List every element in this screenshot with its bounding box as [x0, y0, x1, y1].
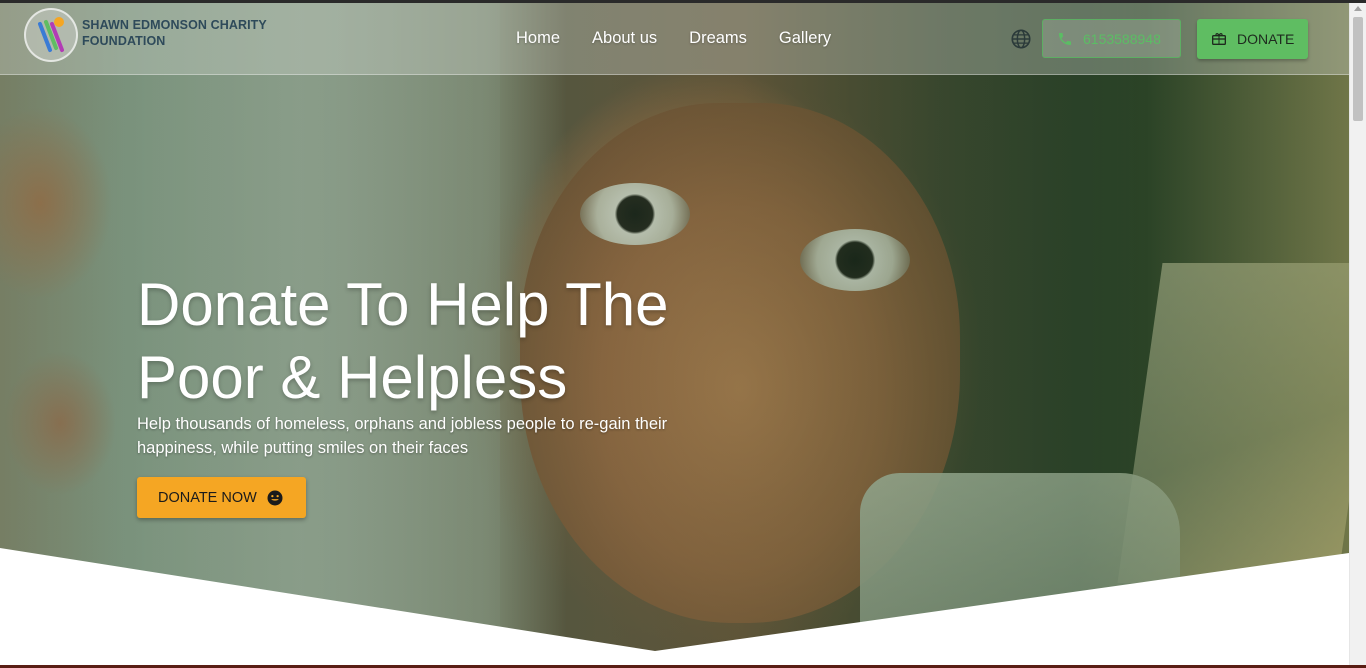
foundation-logo-icon[interactable] — [24, 8, 78, 62]
gift-card-icon — [1212, 33, 1226, 45]
donate-button[interactable]: DONATE — [1197, 19, 1308, 59]
phone-number: 6153588948 — [1083, 30, 1161, 47]
scroll-up-icon[interactable] — [1354, 6, 1362, 11]
logo-mark — [38, 17, 64, 52]
scroll-thumb[interactable] — [1353, 17, 1363, 121]
site-header: SHAWN EDMONSON CHARITY FOUNDATION Home A… — [0, 3, 1349, 75]
page-scrollbar[interactable] — [1349, 3, 1366, 665]
hero-title-line2: Poor & Helpless — [137, 344, 568, 411]
hero-title-line1: Donate To Help The — [137, 271, 669, 338]
hero-subtitle: Help thousands of homeless, orphans and … — [137, 415, 668, 457]
nav-dreams[interactable]: Dreams — [689, 29, 747, 51]
hero-bottom-wedge — [0, 548, 1349, 665]
donate-now-button[interactable]: DONATE NOW — [137, 477, 306, 518]
main-nav: Home About us Dreams Gallery — [516, 29, 831, 51]
nav-gallery[interactable]: Gallery — [779, 29, 831, 51]
phone-icon — [1059, 32, 1071, 45]
globe-icon[interactable] — [1010, 28, 1032, 50]
phone-button[interactable]: 6153588948 — [1042, 19, 1181, 58]
brand-name[interactable]: SHAWN EDMONSON CHARITY FOUNDATION — [82, 17, 302, 49]
nav-about-us[interactable]: About us — [592, 29, 657, 51]
brand-name-line2: FOUNDATION — [82, 34, 166, 48]
donate-now-label: DONATE NOW — [158, 489, 257, 506]
page: SHAWN EDMONSON CHARITY FOUNDATION Home A… — [0, 0, 1366, 668]
smile-icon — [267, 490, 283, 505]
hero-title: Donate To Help The Poor & Helpless — [137, 268, 777, 414]
donate-button-label: DONATE — [1237, 31, 1295, 47]
brand-name-line1: SHAWN EDMONSON CHARITY — [82, 18, 267, 32]
nav-home[interactable]: Home — [516, 29, 560, 51]
